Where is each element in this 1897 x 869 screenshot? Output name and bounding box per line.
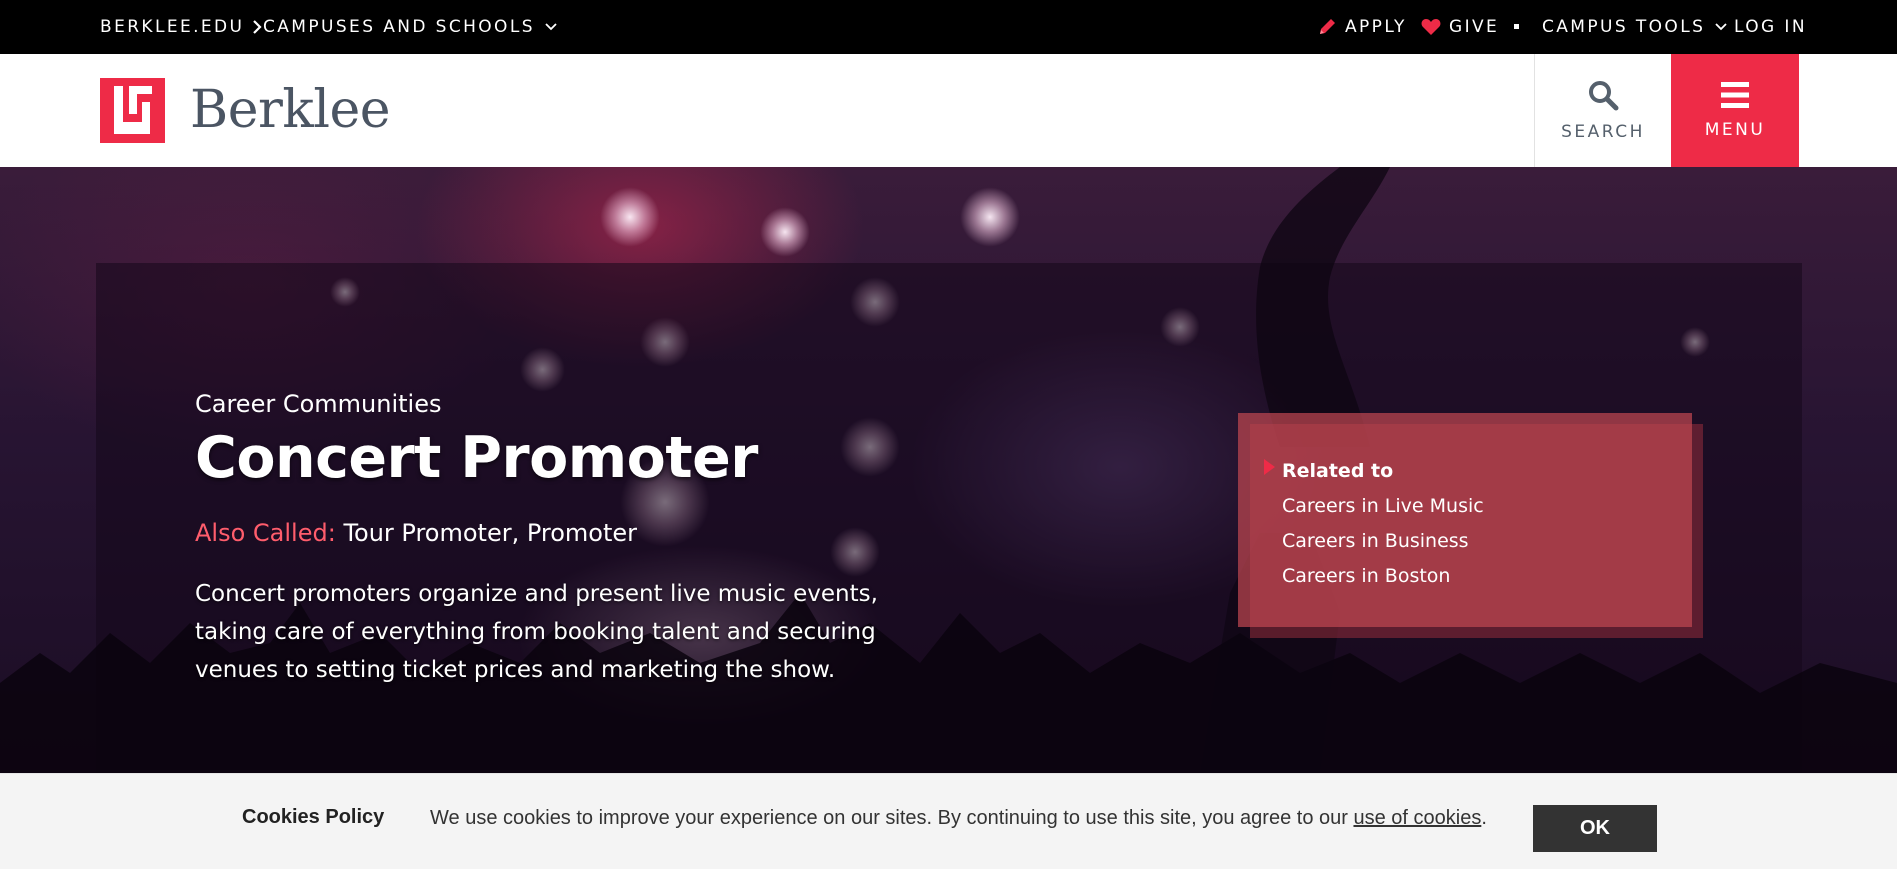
- apply-link[interactable]: APPLY: [1317, 0, 1407, 54]
- cookie-text: We use cookies to improve your experienc…: [430, 807, 1487, 830]
- page-title: Concert Promoter: [195, 425, 758, 491]
- cookie-banner: Cookies Policy We use cookies to improve…: [0, 773, 1897, 869]
- separator-dot: [1514, 24, 1519, 29]
- campuses-and-schools-dropdown[interactable]: CAMPUSES AND SCHOOLS: [263, 0, 557, 54]
- also-called-value: Tour Promoter, Promoter: [343, 519, 638, 547]
- log-in-label: LOG IN: [1734, 17, 1807, 37]
- berklee-logo-icon[interactable]: [100, 78, 165, 143]
- heart-icon: [1421, 18, 1441, 36]
- campuses-and-schools-label: CAMPUSES AND SCHOOLS: [263, 17, 535, 37]
- give-label: GIVE: [1449, 17, 1500, 37]
- hero-banner: Career Communities Concert Promoter Also…: [0, 167, 1897, 773]
- chevron-down-icon: [545, 23, 557, 31]
- cookie-text-before: We use cookies to improve your experienc…: [430, 807, 1354, 829]
- menu-button[interactable]: MENU: [1671, 54, 1799, 167]
- utility-bar: BERKLEE.EDU CAMPUSES AND SCHOOLS APPLY G…: [0, 0, 1897, 54]
- triangle-marker-icon: [1264, 459, 1275, 475]
- chevron-right-icon: [252, 19, 262, 35]
- log-in-link[interactable]: LOG IN: [1734, 0, 1807, 54]
- site-header: Berklee SEARCH MENU: [0, 54, 1897, 167]
- stage-light: [600, 187, 660, 247]
- raised-arm-silhouette: [1256, 167, 1390, 447]
- menu-label: MENU: [1704, 120, 1766, 140]
- related-link-business[interactable]: Careers in Business: [1282, 530, 1469, 552]
- search-button[interactable]: SEARCH: [1534, 54, 1671, 167]
- berklee-edu-link[interactable]: BERKLEE.EDU: [100, 0, 262, 54]
- use-of-cookies-link[interactable]: use of cookies: [1353, 807, 1481, 829]
- campus-tools-dropdown[interactable]: CAMPUS TOOLS: [1542, 0, 1727, 54]
- logo-wordmark[interactable]: Berklee: [190, 80, 391, 140]
- search-icon: [1587, 79, 1619, 116]
- stage-light: [960, 187, 1020, 247]
- campus-tools-label: CAMPUS TOOLS: [1542, 17, 1706, 37]
- related-link-live-music[interactable]: Careers in Live Music: [1282, 495, 1484, 517]
- berklee-edu-label: BERKLEE.EDU: [100, 17, 245, 37]
- hero-eyebrow: Career Communities: [195, 390, 442, 418]
- also-called: Also Called: Tour Promoter, Promoter: [195, 519, 637, 547]
- related-link-boston[interactable]: Careers in Boston: [1282, 565, 1450, 587]
- search-label: SEARCH: [1561, 122, 1645, 142]
- hamburger-icon: [1720, 81, 1750, 114]
- related-box: Related to Careers in Live Music Careers…: [1238, 413, 1692, 627]
- apply-label: APPLY: [1345, 17, 1407, 37]
- pencil-icon: [1317, 17, 1337, 37]
- cookie-text-after: .: [1481, 807, 1487, 829]
- related-heading: Related to: [1282, 460, 1394, 482]
- give-link[interactable]: GIVE: [1421, 0, 1499, 54]
- stage-light: [760, 207, 810, 257]
- also-called-label: Also Called:: [195, 519, 336, 547]
- chevron-down-icon: [1715, 23, 1727, 31]
- hero-description: Concert promoters organize and present l…: [195, 581, 878, 683]
- cookie-ok-button[interactable]: OK: [1533, 805, 1657, 852]
- cookie-title: Cookies Policy: [242, 806, 385, 828]
